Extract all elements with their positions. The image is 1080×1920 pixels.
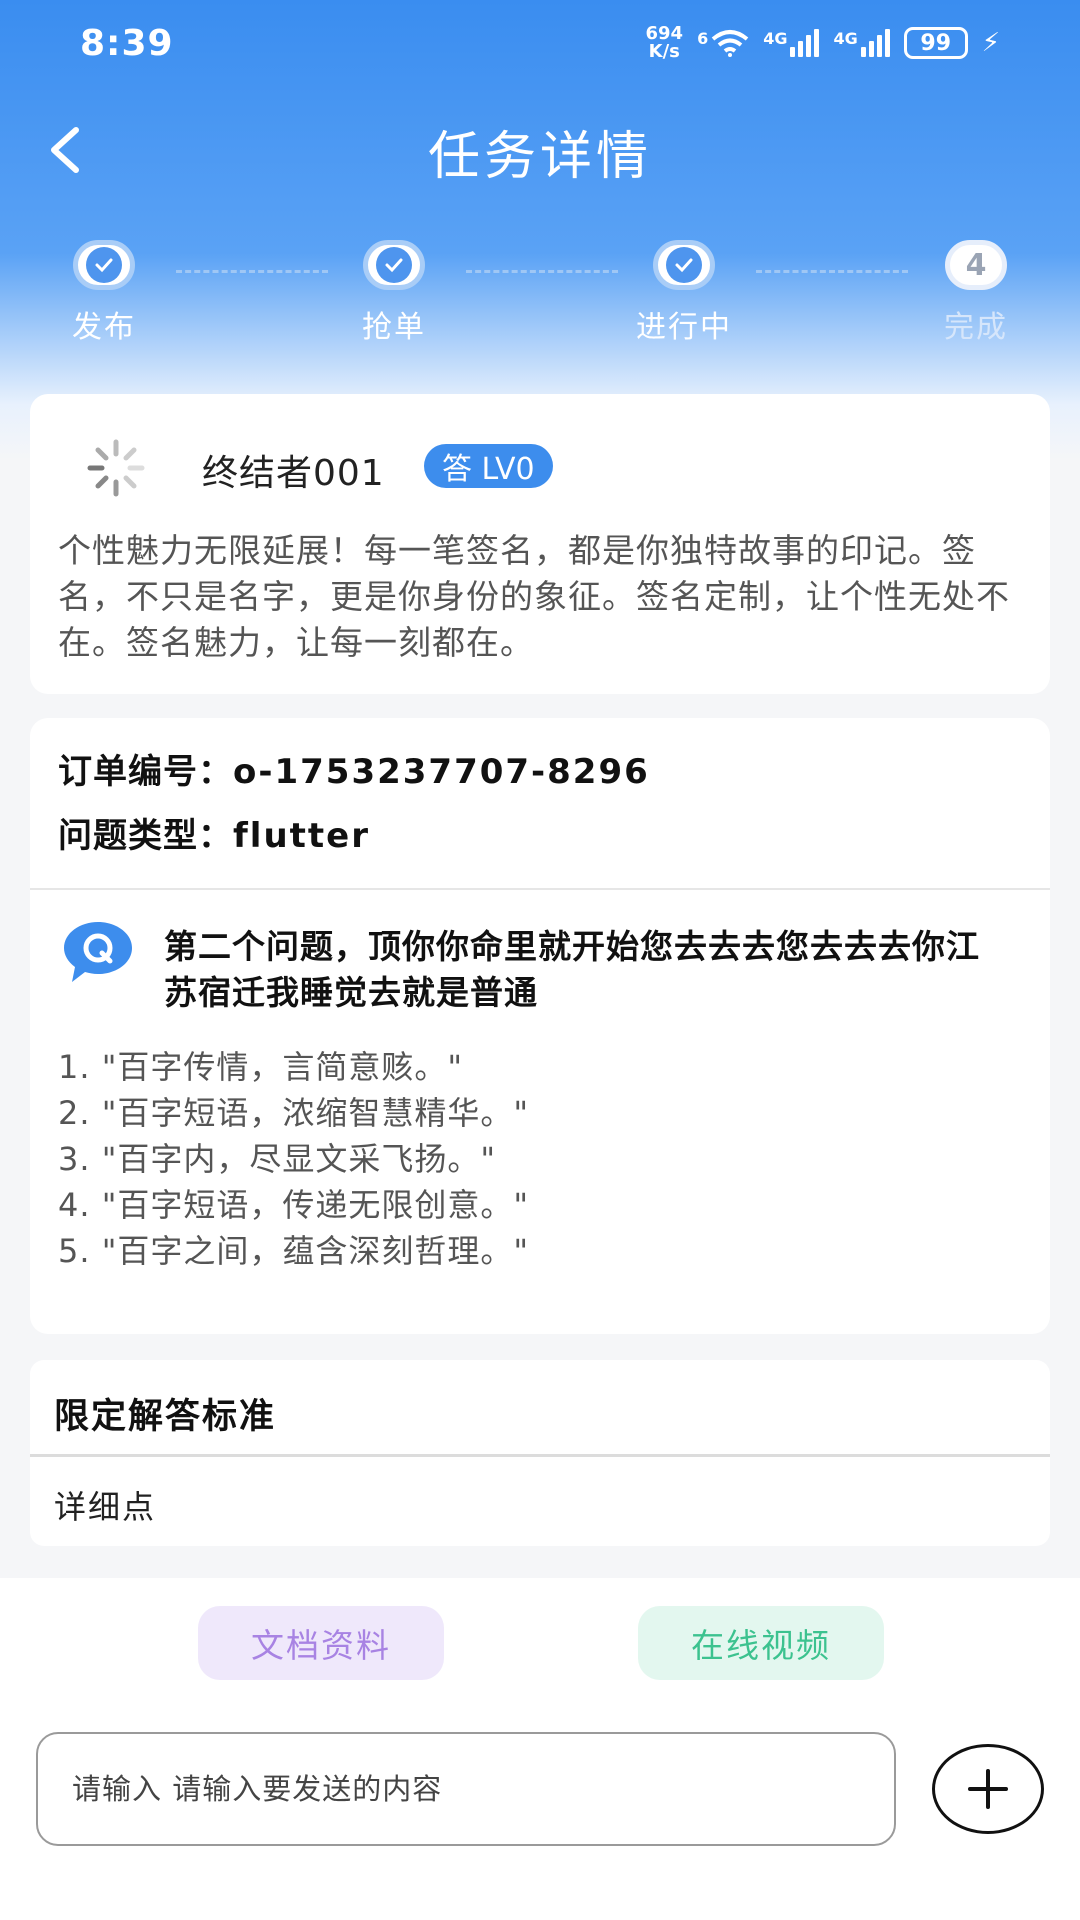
step-connector — [756, 270, 908, 273]
step-connector — [176, 270, 328, 273]
step-grab: 抢单 — [324, 240, 464, 346]
network-speed: 694 K/s — [645, 25, 683, 61]
step-done-marker — [363, 240, 425, 290]
question-icon — [64, 922, 132, 982]
question-type-value: flutter — [233, 816, 370, 856]
answer-list: 1. "百字传情，言简意赅。" 2. "百字短语，浓缩智慧精华。" 3. "百字… — [58, 1044, 1010, 1274]
level-badge: 答 LV0 — [424, 444, 553, 488]
step-number: 4 — [965, 247, 987, 283]
status-icons: 694 K/s 6 4G 4G 99 ⚡ — [645, 25, 1000, 61]
online-video-button[interactable]: 在线视频 — [638, 1606, 884, 1680]
step-complete: 4 完成 — [906, 240, 1046, 346]
message-input[interactable] — [36, 1732, 896, 1846]
step-connector — [466, 270, 618, 273]
step-label: 发布 — [72, 310, 136, 345]
network-speed-unit: K/s — [648, 41, 680, 62]
question-type-label: 问题类型： — [58, 816, 233, 856]
plus-icon — [968, 1769, 1008, 1809]
battery-icon: 99 — [903, 27, 968, 59]
step-label: 抢单 — [362, 310, 426, 345]
answer-item: 4. "百字短语，传递无限创意。" — [58, 1186, 530, 1224]
divider — [30, 888, 1050, 890]
wifi-icon: 6 — [697, 29, 749, 57]
answer-item: 2. "百字短语，浓缩智慧精华。" — [58, 1094, 530, 1132]
divider — [30, 1454, 1050, 1457]
step-done-marker — [73, 240, 135, 290]
title-bar: 任务详情 — [0, 100, 1080, 200]
charging-icon: ⚡ — [981, 28, 1000, 58]
check-icon — [385, 258, 403, 273]
wifi-sup: 6 — [697, 29, 709, 48]
standard-detail: 详细点 — [54, 1488, 157, 1526]
check-icon — [675, 258, 693, 273]
standard-title: 限定解答标准 — [54, 1397, 277, 1437]
author-card: 终结者001 答 LV0 个性魅力无限延展！每一笔签名，都是你独特故事的印记。签… — [30, 394, 1050, 694]
page-title: 任务详情 — [427, 127, 652, 187]
order-number-label: 订单编号： — [58, 752, 233, 792]
question-type-row: 问题类型：flutter — [58, 808, 370, 857]
answer-item: 1. "百字传情，言简意赅。" — [58, 1048, 464, 1086]
battery-level: 99 — [920, 30, 952, 56]
answer-standard-card: 限定解答标准 详细点 — [30, 1360, 1050, 1546]
step-publish: 发布 — [34, 240, 174, 346]
order-card: 订单编号：o-1753237707-8296 问题类型：flutter 第二个问… — [30, 718, 1050, 1334]
author-description: 个性魅力无限延展！每一笔签名，都是你独特故事的印记。签名，不只是名字，更是你身份… — [58, 531, 1010, 662]
check-icon — [95, 258, 113, 273]
signal-icon-sim1: 4G — [763, 29, 820, 57]
step-label: 完成 — [944, 310, 1008, 345]
documents-button[interactable]: 文档资料 — [198, 1606, 444, 1680]
sim1-label: 4G — [763, 29, 788, 48]
order-number-value: o-1753237707-8296 — [233, 752, 650, 792]
step-done-marker — [653, 240, 715, 290]
progress-steps: 发布 抢单 进行中 4 完成 — [0, 240, 1080, 350]
question-title: 第二个问题，顶你你命里就开始您去去去您去去去你江苏宿迁我睡觉去就是普通 — [164, 927, 980, 1012]
step-in-progress: 进行中 — [614, 240, 754, 346]
add-button[interactable] — [932, 1744, 1044, 1834]
signal-icon-sim2: 4G — [833, 29, 890, 57]
author-name: 终结者001 — [202, 453, 385, 494]
status-time: 8:39 — [80, 22, 174, 64]
status-bar: 8:39 694 K/s 6 4G 4G 99 ⚡ — [0, 0, 1080, 86]
step-pending-marker: 4 — [945, 240, 1007, 290]
step-label: 进行中 — [636, 310, 732, 345]
order-number-row: 订单编号：o-1753237707-8296 — [58, 744, 650, 793]
answer-item: 3. "百字内，尽显文采飞扬。" — [58, 1140, 497, 1178]
sim2-label: 4G — [833, 29, 858, 48]
answer-item: 5. "百字之间，蕴含深刻哲理。" — [58, 1232, 530, 1270]
loading-spinner-icon — [87, 439, 145, 497]
bottom-action-panel: 文档资料 在线视频 — [0, 1578, 1080, 1920]
